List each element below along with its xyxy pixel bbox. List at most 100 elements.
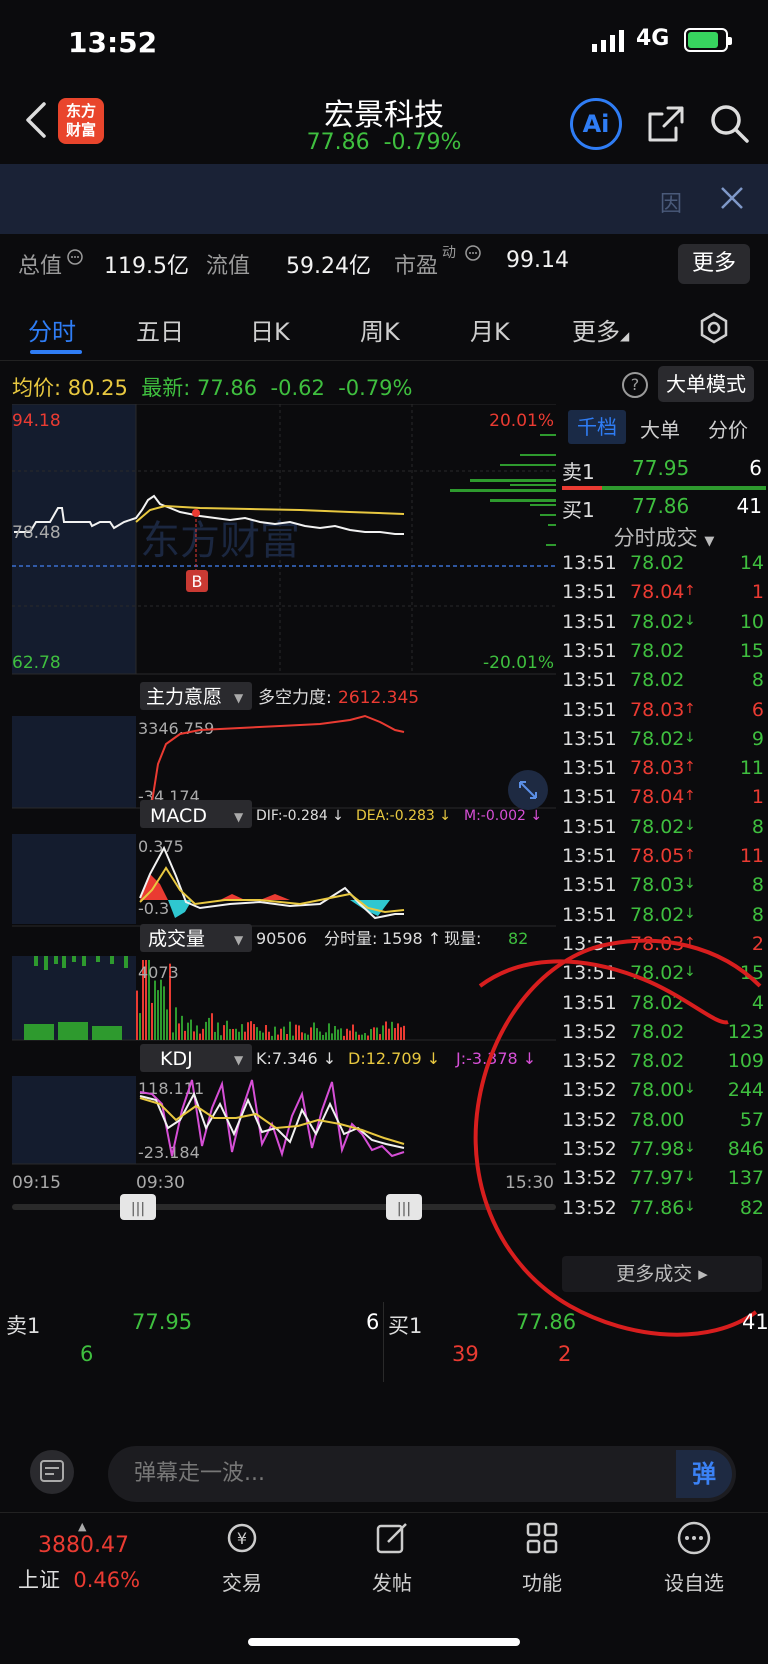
volume-bar <box>397 1023 399 1040</box>
status-time: 13:52 <box>68 26 158 59</box>
tab-more[interactable]: 更多◢ <box>572 312 629 347</box>
macd-dif: DIF:-0.284 ↓ <box>256 808 344 824</box>
pe-label: 市盈 <box>394 254 439 279</box>
big-order-mode-button[interactable]: 大单模式 <box>658 366 754 402</box>
danmu-input[interactable]: 弹幕走一波... <box>108 1446 736 1502</box>
pct-low: -20.01% <box>483 653 554 673</box>
trade-vol: 11 <box>739 757 764 780</box>
volume-bar <box>325 1032 327 1040</box>
trades-header[interactable]: 分时成交 ▼ <box>560 522 768 552</box>
trade-vol: 15 <box>739 639 764 662</box>
sell1-row[interactable]: 卖1 77.95 6 <box>560 452 768 486</box>
tab-monthly-k[interactable]: 月K <box>470 312 510 347</box>
volume-bar <box>154 980 156 1040</box>
volume-bar <box>361 1034 363 1040</box>
bull-bear-label: 多空力度: <box>258 688 332 708</box>
price-low: 62.78 <box>12 653 61 673</box>
help-icon[interactable]: ? <box>622 372 648 398</box>
trade-time: 13:51 <box>562 669 617 692</box>
danmu-toggle-button[interactable]: 弹 <box>676 1450 732 1498</box>
volume-bar <box>136 990 138 1040</box>
volume-bar <box>229 1028 231 1040</box>
volume-bar <box>166 1009 168 1040</box>
volume-bar <box>334 1026 336 1040</box>
stock-change-pct: -0.79% <box>383 130 462 155</box>
tab-five-day[interactable]: 五日 <box>136 312 184 347</box>
buy1-row[interactable]: 买1 77.86 41 <box>560 490 768 524</box>
nav-watchlist[interactable]: 设自选 <box>634 1520 754 1596</box>
trade-row: 13:51 78.02 15 <box>562 638 766 668</box>
buy-marker-label: B <box>192 572 203 591</box>
volume-bar <box>301 1032 303 1040</box>
volume-bar <box>337 1029 339 1040</box>
kdj-k-line <box>139 1091 405 1149</box>
svg-text:▼: ▼ <box>234 810 244 824</box>
pe-sup: 动 <box>442 245 456 261</box>
avg-label: 均价: <box>12 376 62 400</box>
volume-high: 4073 <box>138 963 179 982</box>
gear-icon[interactable] <box>698 312 730 344</box>
book-sell-price: 77.95 <box>132 1310 193 1334</box>
tab-order-book[interactable]: 千档 <box>568 410 626 444</box>
total-value: 119.5亿 <box>104 254 189 279</box>
nav-watchlist-label: 设自选 <box>664 1571 724 1595</box>
trade-time: 13:51 <box>562 786 617 809</box>
trade-time: 13:51 <box>562 815 617 838</box>
tab-weekly-k[interactable]: 周K <box>360 312 400 347</box>
price-high: 94.18 <box>12 411 61 431</box>
index-ticker[interactable]: ▲ 3880.47 上证 0.46% <box>18 1520 140 1594</box>
danmu-settings-icon[interactable] <box>30 1450 74 1494</box>
trade-vol: 9 <box>751 727 764 750</box>
volume-bar <box>292 1035 294 1040</box>
search-icon[interactable] <box>708 102 750 144</box>
volume-bar <box>259 1030 261 1040</box>
trade-price: 78.02 <box>630 552 685 574</box>
kdj-d: D:12.709 ↓ <box>348 1049 440 1068</box>
ai-button[interactable]: Ai <box>570 98 622 150</box>
nav-trade[interactable]: ¥ 交易 <box>182 1520 302 1596</box>
trade-row: 13:51 78.02 ↓ 8 <box>562 814 766 844</box>
nav-post[interactable]: 发帖 <box>332 1520 452 1596</box>
index-name: 上证 <box>18 1568 60 1592</box>
close-icon[interactable] <box>718 184 746 212</box>
volume-bar <box>388 1028 390 1040</box>
tab-big-orders[interactable]: 大单 <box>640 414 680 443</box>
more-stats-button[interactable]: 更多 <box>678 244 750 284</box>
trade-time: 13:51 <box>562 874 617 897</box>
ad-banner[interactable] <box>0 164 768 234</box>
info-icon[interactable] <box>66 248 84 266</box>
volume-bar <box>394 1028 396 1040</box>
float-value-label: 流值 <box>206 254 251 279</box>
trade-row: 13:51 78.03 ↑ 6 <box>562 697 766 727</box>
volume-total: 90506 <box>256 929 307 948</box>
watermark: 东方财富 <box>140 518 300 564</box>
volume-bar <box>304 1033 306 1040</box>
svg-text:▼: ▼ <box>234 691 244 705</box>
volume-bar <box>214 1031 216 1040</box>
trade-row: 13:51 78.02 ↓ 9 <box>562 726 766 756</box>
book-buy-count-a: 39 <box>452 1342 479 1366</box>
latest-value: 77.86 <box>197 376 258 400</box>
more-dots-icon <box>677 1521 711 1555</box>
volume-bar <box>280 1028 282 1040</box>
book-buy-vol: 41 <box>742 1310 768 1334</box>
macd-dea: DEA:-0.283 ↓ <box>356 808 451 824</box>
pct-high: 20.01% <box>489 411 554 431</box>
volume-bar <box>217 1022 219 1040</box>
info-icon[interactable] <box>464 244 482 262</box>
volume-bar <box>346 1028 348 1040</box>
trade-price: 78.03 <box>630 874 685 897</box>
status-bar: 13:52 4G <box>0 0 768 82</box>
trade-arrow: ↓ <box>684 729 696 746</box>
volume-bar <box>196 1025 198 1040</box>
tab-daily-k[interactable]: 日K <box>250 312 290 347</box>
book-buy-price: 77.86 <box>516 1310 577 1334</box>
volume-bar <box>157 990 159 1040</box>
volume-bar <box>181 1015 183 1040</box>
tab-intraday[interactable]: 分时 <box>28 312 76 347</box>
volume-bar <box>226 1020 228 1040</box>
nav-functions[interactable]: 功能 <box>482 1520 602 1596</box>
tab-price-dist[interactable]: 分价 <box>708 414 748 443</box>
stats-row: 总值 119.5亿 流值 59.24亿 市盈 动 99.14 <box>0 240 768 298</box>
share-icon[interactable] <box>646 104 686 144</box>
